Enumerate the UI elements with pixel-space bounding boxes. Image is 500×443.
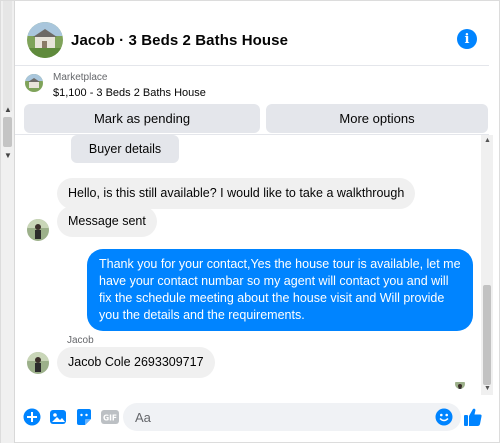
info-icon[interactable]: i bbox=[457, 29, 477, 49]
chat-window: ▲ ▼ Jacob · 3 Beds 2 Baths House i Marke… bbox=[0, 0, 500, 443]
listing-avatar[interactable] bbox=[27, 22, 63, 58]
message-bubble-received[interactable]: Hello, is this still available? I would … bbox=[57, 178, 416, 209]
message-thread[interactable]: Buyer details Hello, is this still avail… bbox=[15, 135, 481, 395]
message-bubble-sent[interactable]: Thank you for your contact,Yes the house… bbox=[87, 249, 473, 331]
sender-name-label: Jacob bbox=[67, 335, 94, 346]
scroll-down-arrow-icon[interactable]: ▼ bbox=[484, 385, 491, 392]
thread-scrollbar-thumb[interactable] bbox=[483, 285, 491, 385]
mark-as-pending-button[interactable]: Mark as pending bbox=[24, 104, 260, 133]
sender-avatar[interactable] bbox=[27, 219, 49, 241]
scroll-up-arrow-icon[interactable]: ▲ bbox=[4, 105, 12, 114]
message-bubble-received[interactable]: Jacob Cole 2693309717 bbox=[57, 347, 215, 378]
left-scrollbar[interactable]: ▲ ▼ bbox=[1, 1, 15, 443]
seen-indicator-avatar bbox=[455, 379, 465, 389]
gif-icon-label: GIF bbox=[103, 414, 117, 423]
image-icon[interactable] bbox=[49, 408, 67, 426]
message-input[interactable]: Aa bbox=[123, 403, 461, 431]
plus-circle-icon[interactable] bbox=[23, 408, 41, 426]
marketplace-listing-panel: Marketplace $1,100 - 3 Beds 2 Baths Hous… bbox=[15, 65, 489, 135]
scroll-down-arrow-icon[interactable]: ▼ bbox=[4, 151, 12, 160]
listing-price-title[interactable]: $1,100 - 3 Beds 2 Baths House bbox=[53, 87, 206, 99]
like-icon[interactable] bbox=[463, 407, 483, 427]
message-bubble-received[interactable]: Message sent bbox=[57, 206, 157, 237]
sender-avatar[interactable] bbox=[27, 352, 49, 374]
message-input-placeholder: Aa bbox=[135, 409, 151, 425]
message-composer: GIF Aa bbox=[15, 399, 489, 435]
buyer-details-button[interactable]: Buyer details bbox=[71, 135, 179, 163]
conversation-header: Jacob · 3 Beds 2 Baths House i bbox=[15, 15, 489, 65]
left-scrollbar-thumb[interactable] bbox=[3, 117, 12, 147]
emoji-icon[interactable] bbox=[435, 408, 453, 426]
conversation-title[interactable]: Jacob · 3 Beds 2 Baths House bbox=[71, 32, 288, 49]
sticker-icon[interactable] bbox=[75, 408, 93, 426]
left-scrollbar-track bbox=[3, 1, 12, 111]
gif-icon[interactable]: GIF bbox=[101, 408, 119, 426]
marketplace-label: Marketplace bbox=[53, 72, 108, 83]
scroll-up-arrow-icon[interactable]: ▲ bbox=[484, 137, 491, 144]
more-options-button[interactable]: More options bbox=[266, 104, 488, 133]
thread-scrollbar[interactable]: ▲ ▼ bbox=[481, 135, 493, 395]
listing-thumbnail[interactable] bbox=[25, 74, 43, 92]
